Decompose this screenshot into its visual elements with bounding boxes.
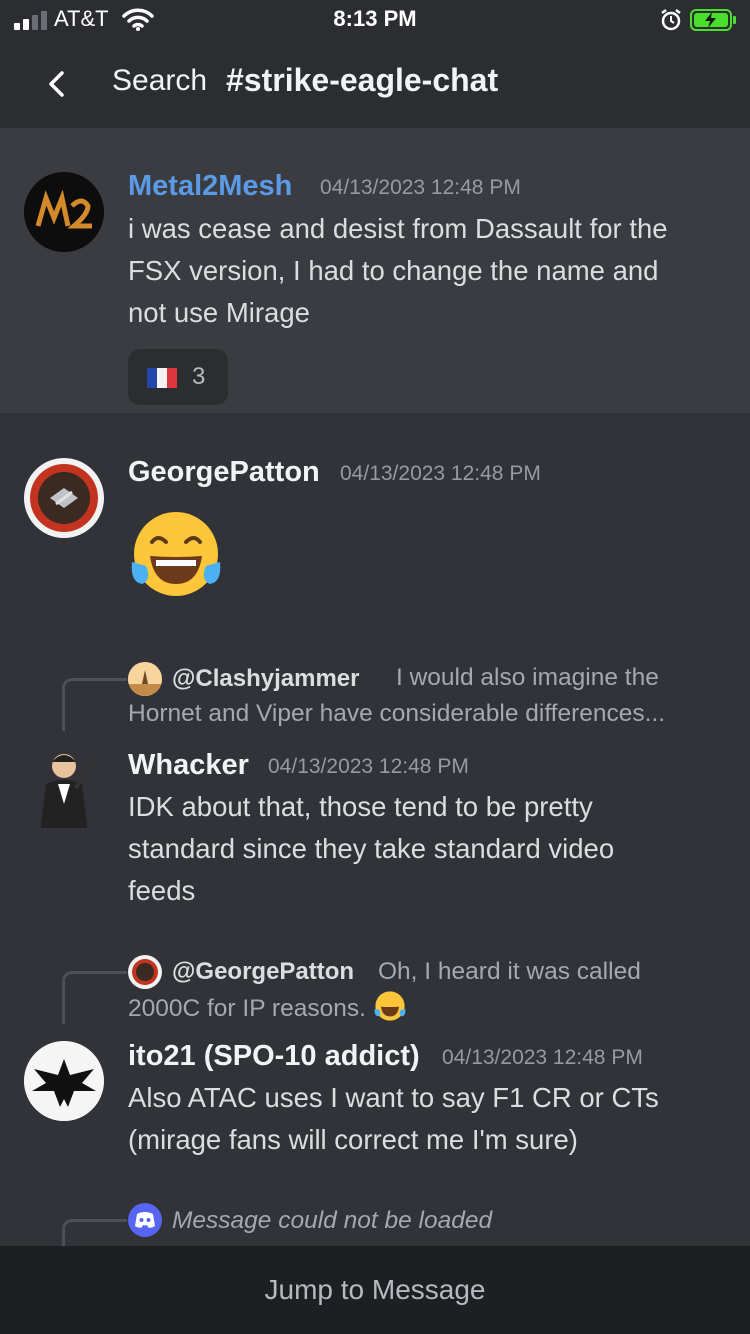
unavailable-message-text: Message could not be loaded [172,1207,493,1234]
message-body: i was cease and desist from Dassault for… [128,208,668,334]
status-bar: AT&T 8:13 PM [0,0,750,40]
avatar-ito21[interactable] [24,1041,104,1121]
message-author[interactable]: Whacker [128,749,249,782]
message-line: not use Mirage [128,297,310,328]
reply-preview-line: Hornet and Viper have considerable diffe… [128,700,666,727]
message-line: feeds [128,875,196,906]
metal2mesh-logo-icon [24,172,104,252]
avatar-whacker[interactable] [24,748,104,828]
message-line: FSX version, I had to change the name an… [128,255,659,286]
channel-name: #strike-eagle-chat [226,62,499,98]
message-timestamp: 04/13/2023 12:48 PM [320,176,521,199]
eagle-silhouette-icon [24,1041,104,1121]
search-result-header: Search #strike-eagle-chat [0,40,750,129]
battery-charging-icon [690,9,736,31]
french-flag-icon [147,368,177,388]
message-line: IDK about that, those tend to be pretty [128,791,593,822]
message-timestamp: 04/13/2023 12:48 PM [442,1046,643,1069]
message-line: standard since they take standard video [128,833,615,864]
reaction-button[interactable]: 3 [128,349,228,405]
search-label: Search [112,64,208,97]
alarm-icon [661,9,681,31]
avatar-metal2mesh[interactable] [24,172,104,252]
message-line: (mirage fans will correct me I'm sure) [128,1124,578,1155]
discord-logo-icon [135,1212,155,1228]
reply-preview[interactable]: I would also imagine the Hornet and Vipe… [128,660,728,732]
reply-preview-line: Oh, I heard it was called [378,958,641,985]
message-body: IDK about that, those tend to be pretty … [128,786,614,912]
avatar-georgepatton[interactable] [24,458,104,538]
squadron-patch-icon [26,460,102,536]
agent-character-icon [40,754,92,828]
reply-preview[interactable]: Oh, I heard it was called 2000C for IP r… [128,954,728,1027]
discord-logo-avatar [128,1203,162,1237]
back-chevron-icon[interactable] [46,70,66,98]
jump-to-message-button[interactable]: Jump to Message [0,1246,750,1334]
message-author[interactable]: GeorgePatton [128,456,320,489]
reply-connector [62,971,127,1024]
message-line: Also ATAC uses I want to say F1 CR or CT… [128,1082,659,1113]
tears-of-joy-emoji-icon [374,991,406,1021]
reply-connector [62,678,127,731]
reaction-count: 3 [192,363,206,390]
message-timestamp: 04/13/2023 12:48 PM [340,462,541,485]
message-timestamp: 04/13/2023 12:48 PM [268,755,469,778]
jump-label: Jump to Message [264,1274,486,1305]
message-author[interactable]: Metal2Mesh [128,170,292,203]
tears-of-joy-emoji-icon [131,512,221,596]
clock-time: 8:13 PM [333,6,417,31]
message-line: i was cease and desist from Dassault for… [128,213,668,244]
message-body: Also ATAC uses I want to say F1 CR or CT… [128,1077,659,1161]
reply-preview-line: 2000C for IP reasons. [128,995,366,1022]
message-author[interactable]: ito21 (SPO-10 addict) [128,1040,420,1073]
reply-preview-line: I would also imagine the [396,664,659,691]
